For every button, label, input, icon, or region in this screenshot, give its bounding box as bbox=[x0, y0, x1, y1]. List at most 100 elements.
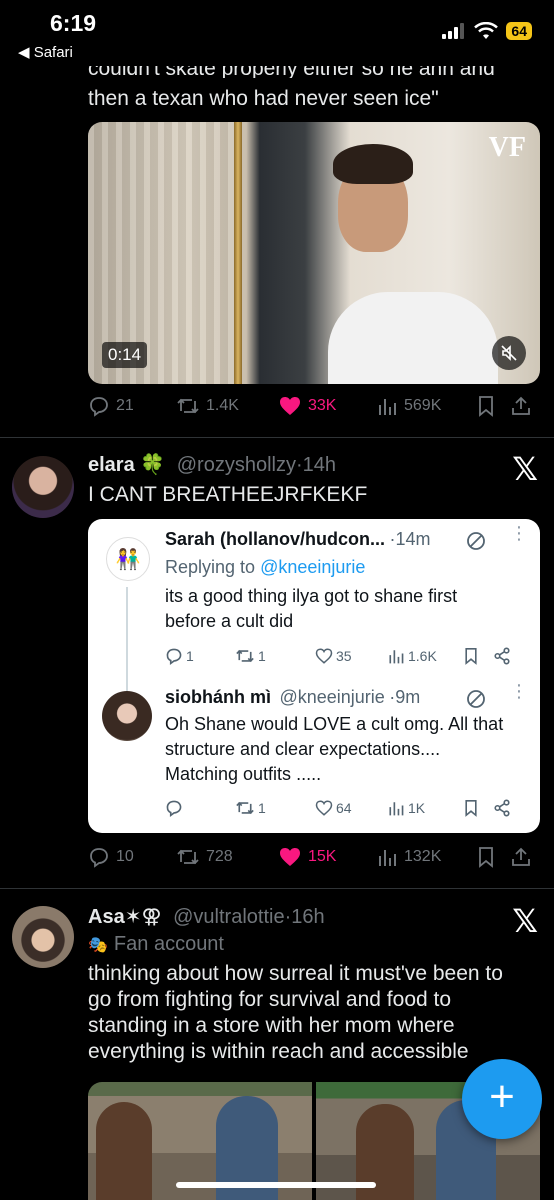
reply-icon bbox=[166, 648, 182, 665]
repost-icon bbox=[177, 398, 199, 414]
bookmark-icon bbox=[465, 648, 477, 665]
views-count: 569K bbox=[404, 397, 442, 414]
share-button[interactable] bbox=[493, 647, 513, 665]
tweet-header: Asa✶⚢ @vultralottie·16h bbox=[88, 904, 325, 929]
tweet-video[interactable]: VF 0:14 bbox=[88, 122, 540, 384]
share-button[interactable] bbox=[510, 395, 534, 417]
home-indicator[interactable] bbox=[176, 1182, 376, 1188]
views-count: 1.6K bbox=[408, 648, 437, 664]
compose-button[interactable]: + bbox=[462, 1059, 542, 1139]
reply-button[interactable] bbox=[165, 799, 235, 817]
views-bar-icon bbox=[379, 850, 396, 866]
tweet-header: elara 🍀 @rozyshollzy·14h bbox=[88, 452, 336, 477]
views-bar-icon bbox=[379, 399, 396, 415]
like-count: 35 bbox=[336, 648, 352, 664]
like-button[interactable]: 64 bbox=[315, 799, 387, 817]
display-name[interactable]: siobhánh mì bbox=[165, 687, 271, 707]
bookmark-icon bbox=[479, 847, 493, 868]
timestamp[interactable]: 9m bbox=[395, 687, 420, 707]
display-name[interactable]: Sarah (hollanov/hudcon... bbox=[165, 529, 385, 549]
avatar[interactable] bbox=[12, 906, 74, 968]
curtain-rod bbox=[234, 122, 242, 384]
avatar[interactable] bbox=[12, 456, 74, 518]
share-button[interactable] bbox=[510, 846, 534, 868]
bookmark-button[interactable] bbox=[463, 799, 493, 817]
heart-icon bbox=[315, 648, 333, 664]
thread-line bbox=[126, 587, 128, 691]
repost-button[interactable]: 1.4K bbox=[176, 395, 278, 417]
quoted-replies-card[interactable]: 👫 Sarah (hollanov/hudcon... ·14m ⋮ Reply… bbox=[88, 519, 540, 833]
share-button[interactable] bbox=[493, 799, 513, 817]
handle[interactable]: @kneeinjurie bbox=[279, 687, 384, 707]
reply-count: 21 bbox=[116, 397, 134, 414]
bookmark-button[interactable] bbox=[463, 647, 493, 665]
repost-icon bbox=[236, 801, 254, 815]
views-button[interactable]: 1K bbox=[387, 799, 463, 817]
like-count: 15K bbox=[308, 848, 337, 865]
timestamp[interactable]: 14m bbox=[395, 529, 430, 549]
reply-text-line: its a good thing ilya got to shane first bbox=[165, 586, 458, 606]
video-person-hair bbox=[333, 144, 413, 184]
cartoon-avatar-icon: 👫 bbox=[115, 548, 141, 571]
views-count: 132K bbox=[404, 848, 442, 865]
like-button[interactable]: 15K bbox=[278, 846, 376, 868]
avatar[interactable]: 👫 bbox=[106, 537, 150, 581]
theater-masks-icon: 🎭 bbox=[88, 936, 108, 954]
views-button[interactable]: 132K bbox=[376, 846, 476, 868]
avatar[interactable] bbox=[102, 691, 152, 741]
reply-text: its a good thing ilya got to shane first… bbox=[165, 584, 457, 634]
more-options-icon[interactable]: ⋮ bbox=[510, 524, 528, 542]
reply-text-line: Oh Shane would LOVE a cult omg. All that bbox=[165, 714, 504, 734]
reply-text-line: Matching outfits ..... bbox=[165, 764, 322, 784]
mute-button[interactable] bbox=[492, 336, 526, 370]
video-watermark: VF bbox=[488, 132, 526, 163]
timestamp[interactable]: 16h bbox=[291, 906, 324, 928]
share-nodes-icon bbox=[494, 799, 510, 817]
more-options-icon[interactable]: ⋮ bbox=[510, 682, 528, 700]
reply-icon bbox=[166, 800, 182, 817]
tweet-actions: 10 728 15K 132K bbox=[88, 846, 538, 868]
reply-count: 10 bbox=[116, 848, 134, 865]
bookmark-button[interactable] bbox=[476, 846, 510, 868]
divider bbox=[0, 437, 554, 438]
repost-button[interactable]: 1 bbox=[235, 799, 315, 817]
divider bbox=[0, 888, 554, 889]
display-name[interactable]: elara 🍀 bbox=[88, 454, 165, 476]
handle[interactable]: @rozyshollzy bbox=[177, 454, 296, 476]
views-button[interactable]: 1.6K bbox=[387, 647, 463, 665]
handle[interactable]: @vultralottie bbox=[173, 906, 284, 928]
photo-person bbox=[96, 1102, 152, 1200]
video-person bbox=[328, 292, 498, 384]
blocked-icon bbox=[467, 690, 485, 708]
like-count: 33K bbox=[308, 397, 337, 414]
repost-count: 1.4K bbox=[206, 397, 239, 414]
like-button[interactable]: 35 bbox=[315, 647, 387, 665]
reply-header: siobhánh mì @kneeinjurie ·9m bbox=[165, 687, 420, 708]
reply-icon bbox=[90, 397, 108, 417]
like-button[interactable]: 33K bbox=[278, 395, 376, 417]
reply-button[interactable]: 21 bbox=[88, 395, 176, 417]
views-bar-icon bbox=[389, 802, 404, 816]
tweet-text-line: thinking about how surreal it must've be… bbox=[88, 962, 503, 985]
mention-link[interactable]: @kneeinjurie bbox=[260, 557, 365, 577]
heart-icon bbox=[315, 800, 333, 816]
reply-count: 1 bbox=[186, 648, 194, 664]
back-to-safari-link[interactable]: ◀ Safari bbox=[18, 43, 73, 61]
tweet-text-line: standing in a store with her mom where bbox=[88, 1014, 455, 1037]
battery-indicator: 64 bbox=[506, 22, 532, 40]
heart-filled-icon bbox=[280, 397, 300, 415]
repost-icon bbox=[236, 649, 254, 663]
reply-button[interactable]: 1 bbox=[165, 647, 235, 665]
label-text: Fan account bbox=[113, 933, 224, 955]
repost-button[interactable]: 728 bbox=[176, 846, 278, 868]
fan-account-label: 🎭 Fan account bbox=[88, 933, 224, 956]
heart-filled-icon bbox=[280, 848, 300, 866]
bookmark-button[interactable] bbox=[476, 395, 510, 417]
repost-button[interactable]: 1 bbox=[235, 647, 315, 665]
reply-button[interactable]: 10 bbox=[88, 846, 176, 868]
tweet-text-line: everything is within reach and accessibl… bbox=[88, 1040, 469, 1063]
views-button[interactable]: 569K bbox=[376, 395, 476, 417]
timestamp[interactable]: 14h bbox=[303, 454, 336, 476]
tweet-text: thinking about how surreal it must've be… bbox=[88, 961, 503, 1065]
display-name[interactable]: Asa✶⚢ bbox=[88, 906, 162, 928]
